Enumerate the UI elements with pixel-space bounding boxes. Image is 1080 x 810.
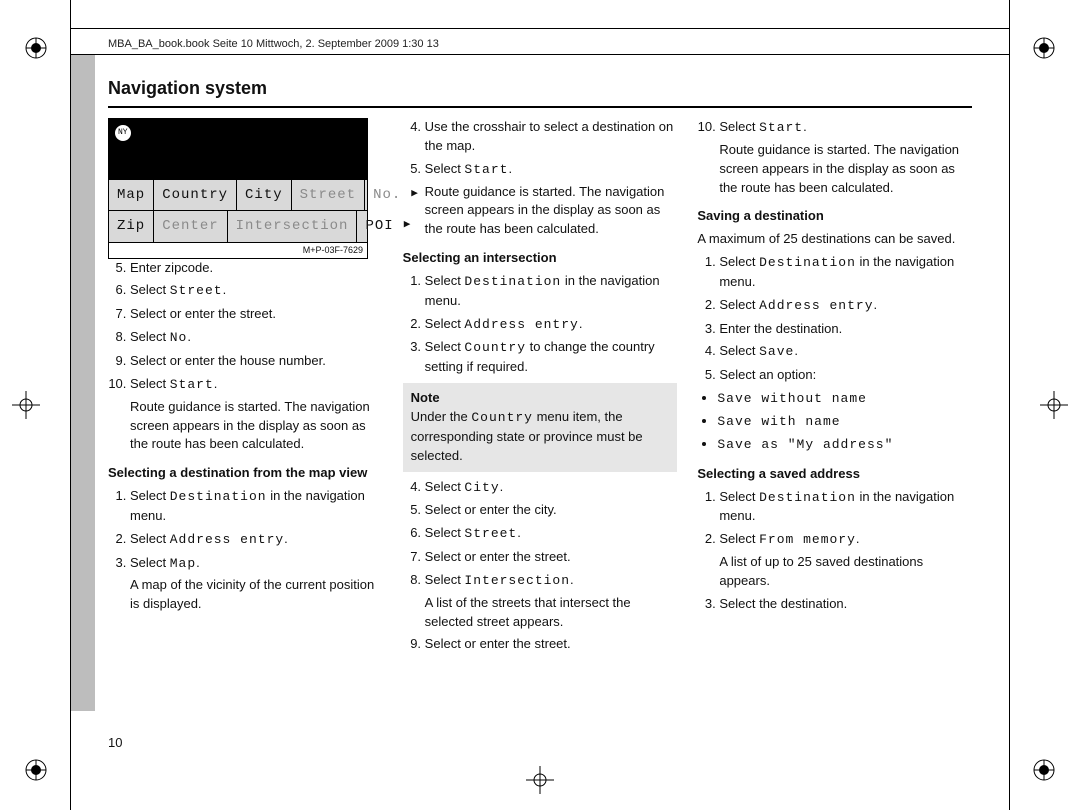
crop-line-top-inner [70,54,1010,55]
list-item: Select or enter the street. [425,635,678,654]
page-number: 10 [108,735,122,750]
column-2: Use the crosshair to select a destinatio… [403,118,678,720]
crop-line-right [1009,0,1010,810]
registration-mark-icon [1032,758,1056,782]
figure-cell-map: Map [109,180,154,210]
figure-cell-center: Center [154,211,227,241]
subheading-intersection: Selecting an intersection [403,249,678,268]
subheading-map-view: Selecting a destination from the map vie… [108,464,383,483]
save-options-list: Save without name Save with name Save as… [697,389,972,455]
steps-list-intersection-a: Select Destination in the navigation men… [403,272,678,377]
list-item: Select Start. Route guidance is started.… [130,375,383,454]
registration-mark-icon [24,758,48,782]
figure-cell-country: Country [154,180,237,210]
page-title-row: Navigation system [108,78,972,108]
list-item: Select Start. Route guidance is started.… [425,160,678,239]
list-item: Select the destination. [719,595,972,614]
steps-list-save: Select Destination in the navigation men… [697,253,972,385]
list-item: Select Save. [719,342,972,362]
figure-cell-zip: Zip [109,211,154,241]
figure-screen-area: NY [109,119,367,179]
list-item: Select No. [130,328,383,348]
crop-line-top-outer [70,28,1010,29]
list-item: Select Street. [425,524,678,544]
list-item: Select or enter the street. [425,548,678,567]
figure-row-2: Zip Center Intersection POI ▶ [109,210,367,241]
list-item: Save without name [717,389,972,409]
column-1: NY Map Country City Street No. ▶ Zip Cen… [108,118,383,720]
list-item: Select Map. A map of the vicinity of the… [130,554,383,615]
list-item: Save with name [717,412,972,432]
save-intro: A maximum of 25 destinations can be save… [697,230,972,249]
list-item: Select City. [425,478,678,498]
figure-cell-intersection: Intersection [228,211,358,241]
margin-gray-bar [71,55,95,711]
list-item: Select From memory. A list of up to 25 s… [719,530,972,591]
list-item: Select Start. Route guidance is started.… [719,118,972,197]
crosshair-mark-icon [526,766,554,794]
list-item: Select Destination in the navigation men… [719,488,972,527]
list-item: Select Destination in the navigation men… [425,272,678,311]
subheading-saved-address: Selecting a saved address [697,465,972,484]
column-3: Select Start. Route guidance is started.… [697,118,972,720]
list-item: Save as "My address" [717,435,972,455]
ny-badge: NY [115,125,131,141]
list-item: Enter the destination. [719,320,972,339]
list-item: Select Destination in the navigation men… [719,253,972,292]
list-item: Select or enter the street. [130,305,383,324]
list-item: Select Street. [130,281,383,301]
list-item: Select Destination in the navigation men… [130,487,383,526]
registration-mark-icon [24,36,48,60]
list-item: Select Address entry. [130,530,383,550]
steps-list-saved-address: Select Destination in the navigation men… [697,488,972,614]
list-item: Select or enter the city. [425,501,678,520]
figure-cell-street: Street [292,180,365,210]
book-header-info: MBA_BA_book.book Seite 10 Mittwoch, 2. S… [108,38,439,50]
list-item: Select an option: [719,366,972,385]
note-label: Note [411,390,440,405]
figure-cell-city: City [237,180,292,210]
registration-mark-icon [1032,36,1056,60]
steps-list-zipcode: Enter zipcode. Select Street. Select or … [108,259,383,455]
crosshair-mark-icon [1040,391,1068,419]
list-item: Select or enter the house number. [130,352,383,371]
note-box: Note Under the Country menu item, the co… [403,383,678,471]
steps-list-start-route: Select Start. Route guidance is started.… [697,118,972,197]
steps-list-intersection-b: Select City. Select or enter the city. S… [403,478,678,655]
list-item: Enter zipcode. [130,259,383,278]
crosshair-mark-icon [12,391,40,419]
steps-list-map-view: Select Destination in the navigation men… [108,487,383,614]
steps-list-crosshair: Use the crosshair to select a destinatio… [403,118,678,239]
list-item: Select Intersection. A list of the stree… [425,571,678,632]
list-item: Select Address entry. [719,296,972,316]
figure-cell-poi: POI [357,211,401,241]
figure-row-1: Map Country City Street No. ▶ [109,179,367,210]
list-item: Select Country to change the country set… [425,338,678,377]
content-columns: NY Map Country City Street No. ▶ Zip Cen… [108,118,972,720]
address-entry-figure: NY Map Country City Street No. ▶ Zip Cen… [108,118,368,259]
list-item: Use the crosshair to select a destinatio… [425,118,678,156]
figure-caption: M+P-03F-7629 [109,242,367,258]
page-title: Navigation system [108,78,972,99]
list-item: Select Address entry. [425,315,678,335]
subheading-saving: Saving a destination [697,207,972,226]
